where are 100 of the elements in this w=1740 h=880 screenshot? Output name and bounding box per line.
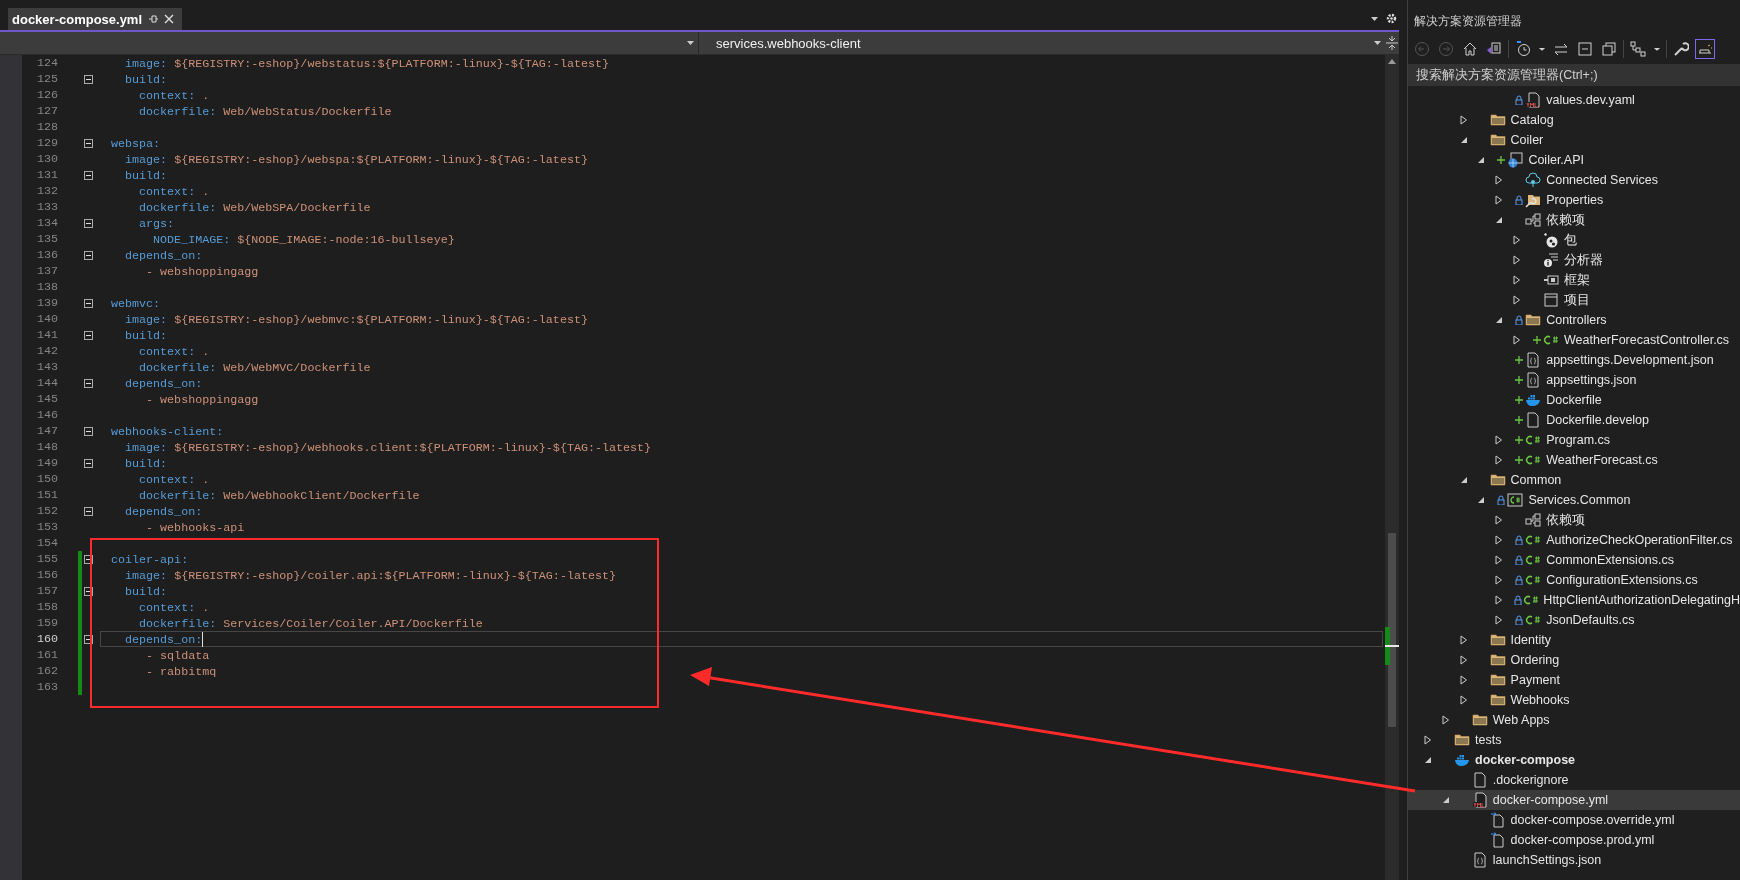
tree-item[interactable]: Web Apps: [1408, 710, 1740, 730]
expanded-arrow-icon[interactable]: [1424, 756, 1432, 764]
tree-item[interactable]: Payment: [1408, 670, 1740, 690]
tree-item[interactable]: appsettings.Development.json: [1408, 350, 1740, 370]
collapsed-arrow-icon[interactable]: [1459, 115, 1468, 125]
tree-item[interactable]: Ordering: [1408, 650, 1740, 670]
collapse-icon[interactable]: [84, 298, 93, 308]
collapsed-arrow-icon[interactable]: [1495, 195, 1504, 205]
tree-item[interactable]: 依赖项: [1408, 210, 1740, 230]
tree-item[interactable]: 分析器: [1408, 250, 1740, 270]
tree-item[interactable]: 项目: [1408, 290, 1740, 310]
collapsed-arrow-icon[interactable]: [1459, 675, 1468, 685]
tree-item[interactable]: Identity: [1408, 630, 1740, 650]
collapsed-arrow-icon[interactable]: [1495, 175, 1504, 185]
tree-item[interactable]: CommonExtensions.cs: [1408, 550, 1740, 570]
tree-item[interactable]: HttpClientAuthorizationDelegatingH: [1408, 590, 1740, 610]
scroll-up-icon[interactable]: [1388, 59, 1396, 64]
collapse-icon[interactable]: [84, 554, 93, 564]
collapsed-arrow-icon[interactable]: [1513, 295, 1521, 305]
tree-item[interactable]: JsonDefaults.cs: [1408, 610, 1740, 630]
tree-item[interactable]: launchSettings.json: [1408, 850, 1740, 870]
tree-item[interactable]: 包: [1408, 230, 1740, 250]
collapsed-arrow-icon[interactable]: [1459, 635, 1468, 645]
collapsed-arrow-icon[interactable]: [1459, 695, 1468, 705]
tree-item[interactable]: Services.Common: [1408, 490, 1740, 510]
scroll-thumb[interactable]: [1388, 533, 1396, 727]
collapsed-arrow-icon[interactable]: [1495, 455, 1504, 465]
tree-item[interactable]: Dockerfile.develop: [1408, 410, 1740, 430]
split-window-icon[interactable]: [1386, 36, 1398, 50]
wrench-icon[interactable]: [1673, 41, 1689, 57]
collapse-icon[interactable]: [84, 426, 93, 436]
collapse-icon[interactable]: [84, 250, 93, 260]
collapsed-arrow-icon[interactable]: [1459, 655, 1468, 665]
expanded-arrow-icon[interactable]: [1441, 796, 1450, 804]
scrollbar[interactable]: [1385, 55, 1399, 880]
expanded-arrow-icon[interactable]: [1477, 156, 1486, 164]
collapse-icon[interactable]: [84, 506, 93, 516]
tree-item[interactable]: ConfigurationExtensions.cs: [1408, 570, 1740, 590]
tree-item[interactable]: Connected Services: [1408, 170, 1740, 190]
collapse-icon[interactable]: [84, 634, 93, 644]
tree-item[interactable]: docker-compose.override.yml: [1408, 810, 1740, 830]
collapsed-arrow-icon[interactable]: [1495, 615, 1504, 625]
expanded-arrow-icon[interactable]: [1495, 316, 1504, 324]
caret-icon[interactable]: [1371, 16, 1378, 21]
collapsed-arrow-icon[interactable]: [1495, 535, 1504, 545]
pages-icon[interactable]: [1601, 41, 1617, 57]
tree-item[interactable]: appsettings.json: [1408, 370, 1740, 390]
tree-item[interactable]: Coiler: [1408, 130, 1740, 150]
collapsed-arrow-icon[interactable]: [1495, 515, 1504, 525]
collapsed-arrow-icon[interactable]: [1513, 275, 1521, 285]
collapsed-arrow-icon[interactable]: [1424, 735, 1432, 745]
tree-item[interactable]: Dockerfile: [1408, 390, 1740, 410]
tree-item[interactable]: .dockerignore: [1408, 770, 1740, 790]
home-icon[interactable]: [1462, 41, 1478, 57]
caret-icon[interactable]: [1374, 41, 1381, 45]
expanded-arrow-icon[interactable]: [1459, 136, 1468, 144]
tree-item[interactable]: values.dev.yaml: [1408, 90, 1740, 110]
pin-icon[interactable]: [148, 14, 159, 24]
settings-icon[interactable]: [1386, 13, 1397, 24]
tree-item[interactable]: tests: [1408, 730, 1740, 750]
tree-item[interactable]: Program.cs: [1408, 430, 1740, 450]
search-field[interactable]: 搜索解决方案资源管理器(Ctrl+;): [1408, 64, 1740, 86]
tree-item[interactable]: Catalog: [1408, 110, 1740, 130]
collapse-icon[interactable]: [84, 218, 93, 228]
tree-item[interactable]: WeatherForecast.cs: [1408, 450, 1740, 470]
close-icon[interactable]: [164, 14, 175, 24]
tree-item[interactable]: docker-compose: [1408, 750, 1740, 770]
expanded-arrow-icon[interactable]: [1459, 476, 1468, 484]
collapse-icon[interactable]: [84, 458, 93, 468]
collapse-icon[interactable]: [84, 74, 93, 84]
collapse-icon[interactable]: [84, 586, 93, 596]
collapsed-arrow-icon[interactable]: [1495, 435, 1504, 445]
tree-item[interactable]: Coiler.API: [1408, 150, 1740, 170]
collapse-icon[interactable]: [84, 378, 93, 388]
hierarchy-icon[interactable]: [1630, 41, 1646, 57]
expanded-arrow-icon[interactable]: [1477, 496, 1486, 504]
collapse-icon[interactable]: [84, 138, 93, 148]
collapsed-arrow-icon[interactable]: [1441, 715, 1450, 725]
clock-icon[interactable]: [1515, 41, 1531, 57]
collapsed-arrow-icon[interactable]: [1513, 255, 1521, 265]
collapsed-arrow-icon[interactable]: [1495, 595, 1504, 605]
tree-item[interactable]: Controllers: [1408, 310, 1740, 330]
collapsed-arrow-icon[interactable]: [1513, 235, 1521, 245]
document-icon[interactable]: [1486, 41, 1502, 57]
expanded-arrow-icon[interactable]: [1495, 216, 1504, 224]
tree-item[interactable]: docker-compose.prod.yml: [1408, 830, 1740, 850]
file-tab[interactable]: docker-compose.yml: [8, 8, 183, 30]
collapsed-arrow-icon[interactable]: [1495, 555, 1504, 565]
tree-item[interactable]: Common: [1408, 470, 1740, 490]
tree-item[interactable]: WeatherForecastController.cs: [1408, 330, 1740, 350]
tree-item[interactable]: docker-compose.yml: [1408, 790, 1740, 810]
sync-icon[interactable]: [1553, 41, 1569, 57]
collapse-all-icon[interactable]: [1577, 41, 1593, 57]
tree-item[interactable]: 依赖项: [1408, 510, 1740, 530]
tree-item[interactable]: AuthorizeCheckOperationFilter.cs: [1408, 530, 1740, 550]
tree-item[interactable]: Properties: [1408, 190, 1740, 210]
tree-item[interactable]: Webhooks: [1408, 690, 1740, 710]
collapsed-arrow-icon[interactable]: [1513, 335, 1521, 345]
caret-icon[interactable]: [687, 41, 694, 45]
collapsed-arrow-icon[interactable]: [1495, 575, 1504, 585]
